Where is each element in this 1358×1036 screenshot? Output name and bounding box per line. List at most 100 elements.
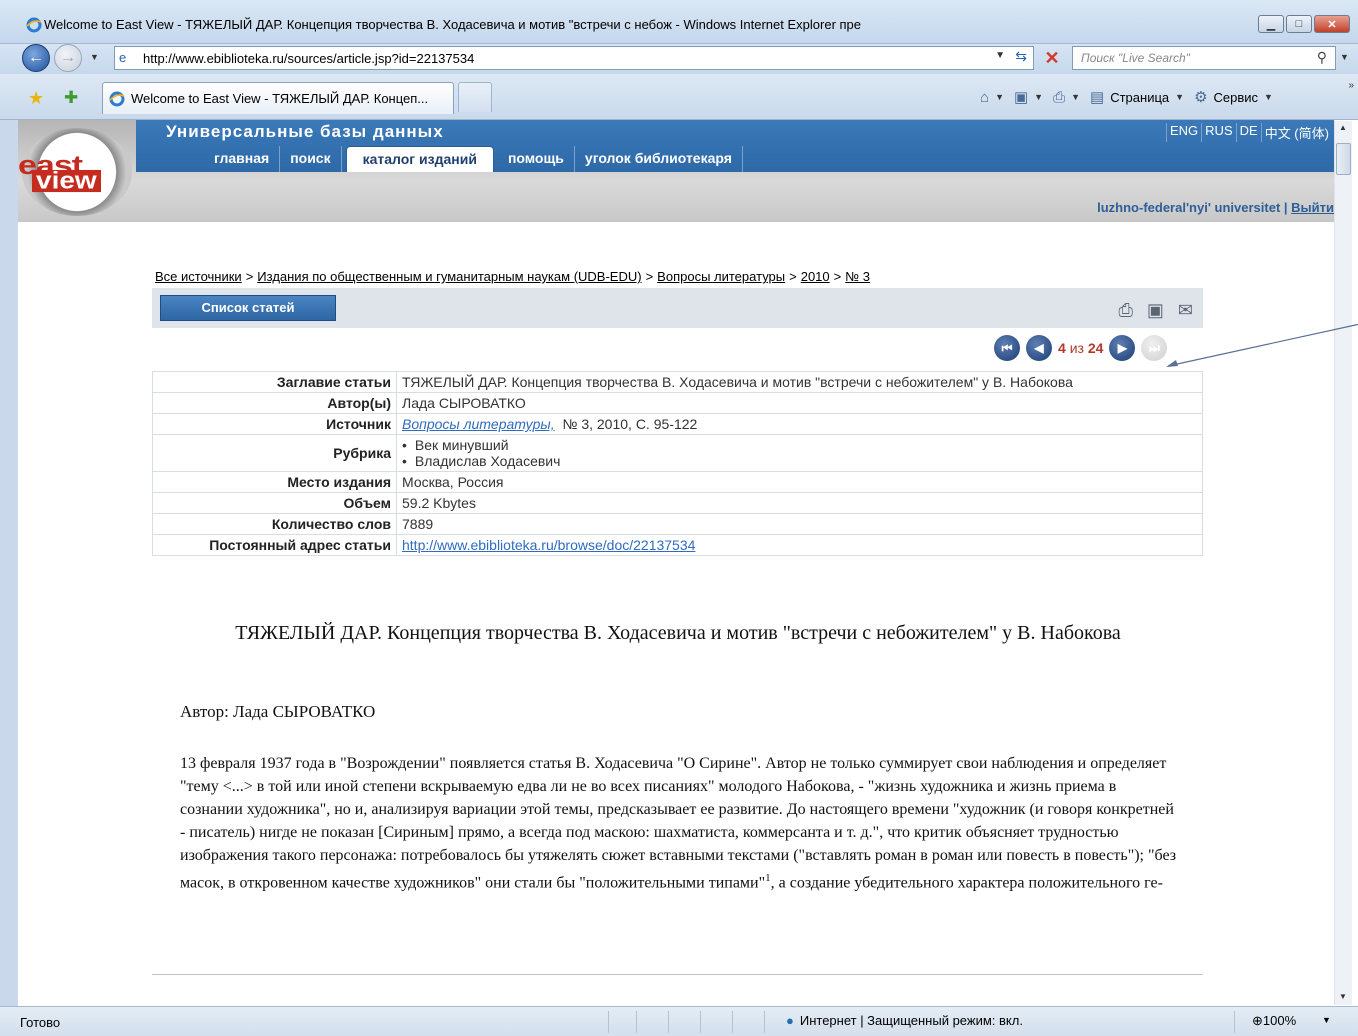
ie-logo-icon (26, 17, 42, 33)
page-icon: e (119, 50, 127, 65)
eastview-logo[interactable]: east view (18, 128, 132, 216)
permalink-link[interactable]: http://www.ebiblioteka.ru/browse/doc/221… (402, 537, 695, 553)
site-nav: главная поиск каталог изданий помощь уго… (136, 146, 743, 172)
page-total: 24 (1087, 340, 1104, 356)
table-row: Автор(ы) Лада СЫРОВАТКО (152, 392, 1203, 414)
security-zone[interactable]: ● Интернет | Защищенный режим: вкл. (786, 1013, 1023, 1028)
forward-button[interactable]: → (54, 44, 82, 72)
source-details: № 3, 2010, C. 95-122 (562, 416, 698, 432)
new-tab-button[interactable] (458, 82, 492, 112)
nav-help[interactable]: помощь (498, 146, 575, 172)
source-value: Вопросы литературы, № 3, 2010, C. 95-122 (396, 413, 1203, 435)
email-article-icon[interactable]: ✉ (1178, 300, 1193, 321)
tab-bar: ★ ✚ Welcome to East View - ТЯЖЕЛЫЙ ДАР. … (0, 74, 1358, 120)
refresh-icon[interactable]: ⇆ (1015, 48, 1027, 65)
divider (152, 974, 1203, 975)
search-options-dropdown-icon[interactable]: ▼ (1340, 52, 1349, 62)
scroll-down-icon[interactable]: ▼ (1339, 992, 1347, 1001)
search-placeholder: Поиск "Live Search" (1081, 51, 1190, 65)
rubric-item: Век минувший (402, 437, 1197, 453)
tools-menu[interactable]: Сервис (1214, 90, 1259, 105)
zoom-dropdown-icon[interactable]: ▼ (1322, 1015, 1331, 1025)
lang-zh[interactable]: 中文 (简体) (1260, 123, 1332, 142)
address-dropdown-icon[interactable]: ▼ (995, 50, 1005, 61)
address-field[interactable]: e http://www.ebiblioteka.ru/sources/arti… (114, 46, 1034, 70)
status-text: Готово (20, 1015, 61, 1030)
search-input[interactable]: Поиск "Live Search" ⚲ (1072, 46, 1336, 70)
zoom-level[interactable]: ⊕100% (1252, 1013, 1296, 1029)
tools-gear-icon: ⚙ (1194, 89, 1208, 106)
status-divider (1234, 1011, 1235, 1033)
page-menu-icon: ▤ (1090, 89, 1105, 106)
author-value: Лада СЫРОВАТКО (396, 392, 1203, 414)
status-divider (668, 1011, 669, 1033)
nav-librarian-corner[interactable]: уголок библиотекаря (575, 146, 743, 172)
status-divider (700, 1011, 701, 1033)
nav-search[interactable]: поиск (280, 146, 342, 172)
maximize-button[interactable]: □ (1286, 15, 1312, 33)
stop-icon[interactable]: ✕ (1040, 46, 1064, 70)
browser-tab-active[interactable]: Welcome to East View - ТЯЖЕЛЫЙ ДАР. Конц… (102, 82, 454, 114)
words-label: Количество слов (152, 513, 397, 535)
add-favorite-icon[interactable]: ✚ (64, 88, 78, 108)
article-text: 13 февраля 1937 года в "Возрождении" поя… (180, 755, 1177, 892)
article-author: Автор: Лада СЫРОВАТКО (180, 702, 376, 721)
close-window-button[interactable]: ✕ (1314, 15, 1350, 33)
user-line: luzhno-federal'nyi' universitet | Выйти (1097, 200, 1334, 215)
lang-de[interactable]: DE (1235, 123, 1261, 142)
table-row: Источник Вопросы литературы, № 3, 2010, … (152, 413, 1203, 435)
prev-page-icon[interactable]: ◀ (1026, 335, 1052, 361)
logout-link[interactable]: Выйти (1291, 200, 1334, 215)
article-body: 13 февраля 1937 года в "Возрождении" поя… (180, 752, 1180, 894)
address-url[interactable]: http://www.ebiblioteka.ru/sources/articl… (143, 51, 474, 66)
lang-eng[interactable]: ENG (1166, 123, 1201, 142)
minimize-button[interactable]: ▁ (1258, 15, 1284, 33)
user-name: luzhno-federal'nyi' universitet (1097, 200, 1281, 215)
source-link[interactable]: Вопросы литературы, (402, 416, 555, 432)
author-label: Автор(ы) (152, 392, 397, 414)
print-article-icon[interactable]: ⎙ (1118, 300, 1132, 321)
breadcrumb-year[interactable]: 2010 (801, 269, 830, 284)
breadcrumb-journal[interactable]: Вопросы литературы (657, 269, 785, 284)
status-divider (732, 1011, 733, 1033)
table-row: Количество слов 7889 (152, 513, 1203, 535)
vertical-scrollbar[interactable]: ▲ ▼ (1334, 121, 1352, 1005)
site-title: Универсальные базы данных (166, 122, 444, 141)
back-button[interactable]: ← (22, 44, 50, 72)
first-page-icon[interactable]: ⏮ (994, 335, 1020, 361)
favorites-star-icon[interactable]: ★ (28, 88, 44, 109)
page-of: из (1069, 340, 1084, 356)
place-label: Место издания (152, 471, 397, 493)
zone-text: Интернет | Защищенный режим: вкл. (799, 1013, 1023, 1028)
source-label: Источник (152, 413, 397, 435)
nav-catalog[interactable]: каталог изданий (345, 146, 494, 172)
breadcrumb-collection[interactable]: Издания по общественным и гуманитарным н… (257, 269, 641, 284)
article-info-table: Заглавие статьи ТЯЖЕЛЫЙ ДАР. Концепция т… (152, 371, 1203, 556)
table-row: Заглавие статьи ТЯЖЕЛЫЙ ДАР. Концепция т… (152, 371, 1203, 393)
article-list-button[interactable]: Список статей (160, 295, 336, 321)
scrollbar-thumb[interactable] (1336, 143, 1351, 175)
print-icon[interactable]: ⎙ (1053, 89, 1065, 106)
home-icon[interactable]: ⌂ (980, 89, 989, 106)
title-value: ТЯЖЕЛЫЙ ДАР. Концепция творчества В. Ход… (396, 371, 1203, 393)
next-page-icon[interactable]: ▶ (1109, 335, 1136, 361)
logo-view-text: view (32, 169, 101, 192)
lang-rus[interactable]: RUS (1201, 123, 1235, 142)
status-divider (636, 1011, 637, 1033)
table-row: Место издания Москва, Россия (152, 471, 1203, 493)
tab-title: Welcome to East View - ТЯЖЕЛЫЙ ДАР. Конц… (131, 91, 429, 106)
save-article-icon[interactable]: ▣ (1147, 300, 1164, 321)
toolbar-overflow-icon[interactable]: » (1348, 80, 1354, 91)
page-menu[interactable]: Страница (1110, 90, 1169, 105)
nav-home[interactable]: главная (136, 146, 281, 172)
history-dropdown-icon[interactable]: ▼ (90, 52, 99, 62)
breadcrumb-issue[interactable]: № 3 (845, 269, 870, 284)
annotation-arrow (1166, 323, 1358, 367)
breadcrumb-all-sources[interactable]: Все источники (155, 269, 242, 284)
feeds-icon[interactable]: ▣ (1014, 88, 1028, 106)
scroll-up-icon[interactable]: ▲ (1339, 123, 1347, 132)
search-icon[interactable]: ⚲ (1317, 49, 1327, 66)
words-value: 7889 (396, 513, 1203, 535)
permalink-label: Постоянный адрес статьи (152, 534, 397, 556)
status-bar: Готово ● Интернет | Защищенный режим: вкл… (0, 1006, 1358, 1036)
